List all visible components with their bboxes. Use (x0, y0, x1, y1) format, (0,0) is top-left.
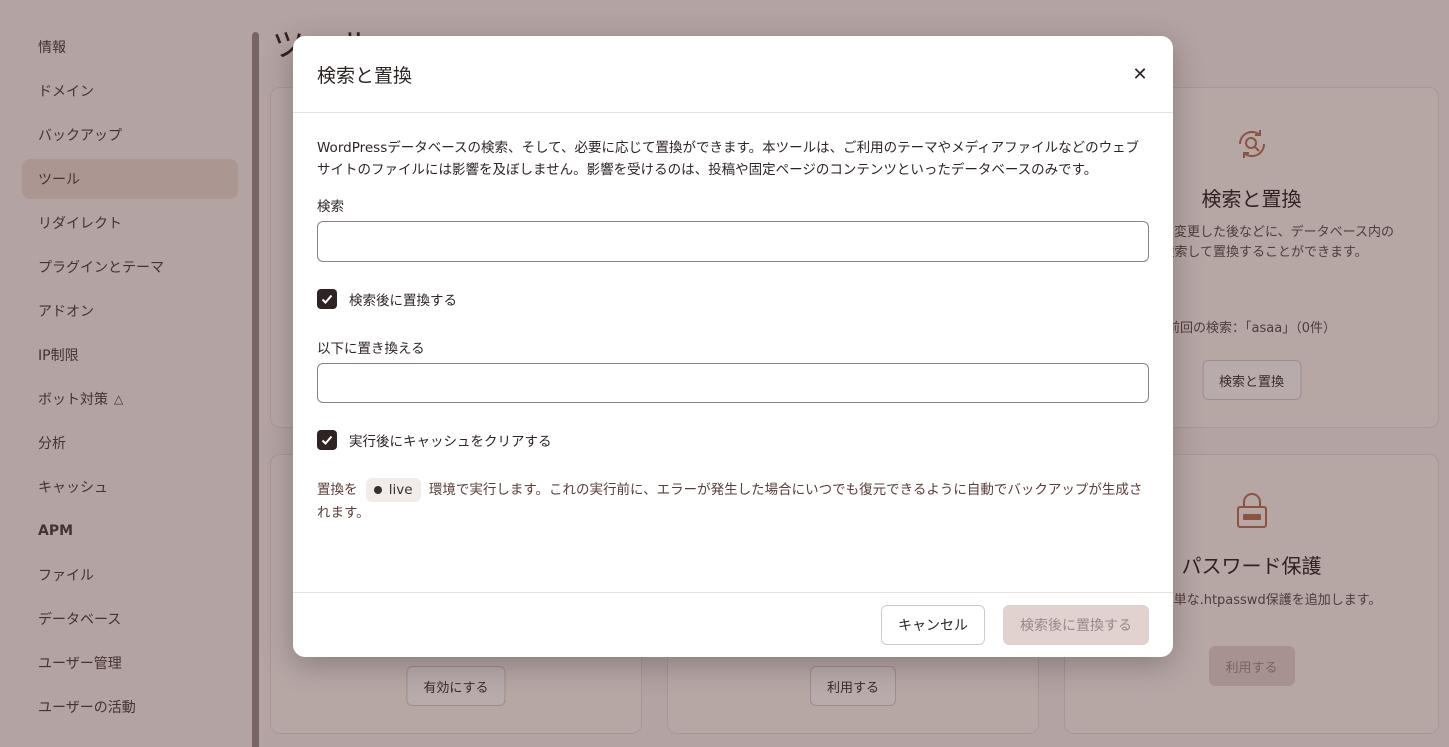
replace-input[interactable] (317, 363, 1149, 403)
environment-name: live (388, 482, 413, 498)
modal-title: 検索と置換 (317, 64, 413, 87)
cancel-button[interactable]: キャンセル (881, 605, 985, 645)
modal-description: WordPressデータベースの検索、そして、必要に応じて置換ができます。本ツー… (317, 140, 1140, 178)
note-suffix: 環境で実行します。これの実行前に、エラーが発生した場合にいつでも復元できるように… (317, 482, 1143, 521)
environment-badge: live (365, 478, 421, 502)
search-input[interactable] (317, 221, 1149, 262)
replace-checkbox[interactable] (317, 289, 337, 309)
cache-checkbox-row[interactable]: 実行後にキャッシュをクリアする (317, 430, 1149, 450)
replace-label: 以下に置き換える (317, 341, 425, 357)
search-replace-modal: 検索と置換 ✕ WordPressデータベースの検索、そして、必要に応じて置換が… (293, 36, 1173, 657)
clear-cache-checkbox[interactable] (317, 430, 337, 450)
check-icon (321, 435, 333, 445)
close-icon: ✕ (1132, 63, 1148, 85)
replace-checkbox-row[interactable]: 検索後に置換する (317, 289, 1149, 309)
check-icon (321, 294, 333, 304)
search-label: 検索 (317, 199, 344, 215)
note-prefix: 置換を (317, 482, 358, 498)
search-replace-submit-button[interactable]: 検索後に置換する (1003, 605, 1149, 645)
status-dot-icon (373, 486, 382, 494)
modal-body: WordPressデータベースの検索、そして、必要に応じて置換ができます。本ツー… (293, 113, 1173, 524)
close-button[interactable]: ✕ (1129, 63, 1151, 85)
modal-header: 検索と置換 ✕ (293, 36, 1173, 113)
replace-checkbox-label: 検索後に置換する (349, 293, 457, 309)
modal-footer: キャンセル 検索後に置換する (293, 592, 1173, 657)
clear-cache-checkbox-label: 実行後にキャッシュをクリアする (349, 434, 552, 450)
environment-note: 置換を live 環境で実行します。これの実行前に、エラーが発生した場合にいつで… (317, 478, 1149, 524)
